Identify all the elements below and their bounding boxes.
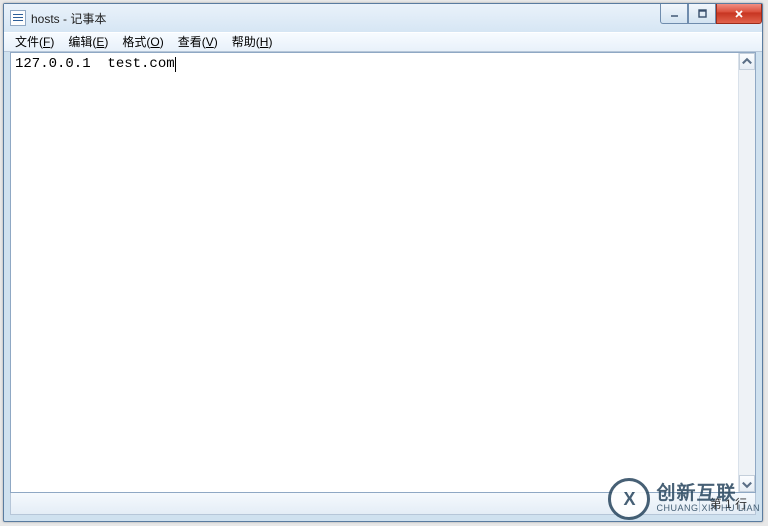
vertical-scrollbar[interactable] (738, 53, 755, 492)
cursor-position: 第 1 行 (710, 495, 747, 512)
editor-content: 127.0.0.1 test.com (15, 56, 175, 72)
menu-edit[interactable]: 编辑(E) (61, 33, 115, 52)
menubar: 文件(F) 编辑(E) 格式(O) 查看(V) 帮助(H) (4, 32, 762, 52)
close-button[interactable] (716, 4, 762, 24)
text-caret (175, 57, 176, 72)
menu-file[interactable]: 文件(F) (8, 33, 61, 52)
minimize-button[interactable] (660, 4, 688, 24)
maximize-icon (697, 8, 708, 19)
maximize-button[interactable] (688, 4, 716, 24)
text-editor[interactable]: 127.0.0.1 test.com (11, 53, 738, 492)
chevron-down-icon (740, 477, 754, 491)
scroll-down-button[interactable] (739, 475, 755, 492)
minimize-icon (669, 8, 680, 19)
titlebar[interactable]: hosts - 记事本 (4, 4, 762, 32)
statusbar: 第 1 行 (10, 493, 756, 515)
chevron-up-icon (740, 55, 754, 69)
notepad-icon (10, 10, 26, 26)
editor-frame: 127.0.0.1 test.com (10, 52, 756, 493)
notepad-window: hosts - 记事本 文件(F) 编辑(E) 格式(O) 查看(V) 帮助(H… (3, 3, 763, 522)
status-divider (699, 496, 700, 512)
menu-view[interactable]: 查看(V) (171, 33, 225, 52)
close-icon (733, 8, 745, 20)
menu-format[interactable]: 格式(O) (115, 33, 170, 52)
scrollbar-track[interactable] (739, 70, 755, 475)
window-controls (660, 4, 762, 24)
menu-help[interactable]: 帮助(H) (225, 33, 280, 52)
scroll-up-button[interactable] (739, 53, 755, 70)
window-title: hosts - 记事本 (31, 10, 106, 27)
